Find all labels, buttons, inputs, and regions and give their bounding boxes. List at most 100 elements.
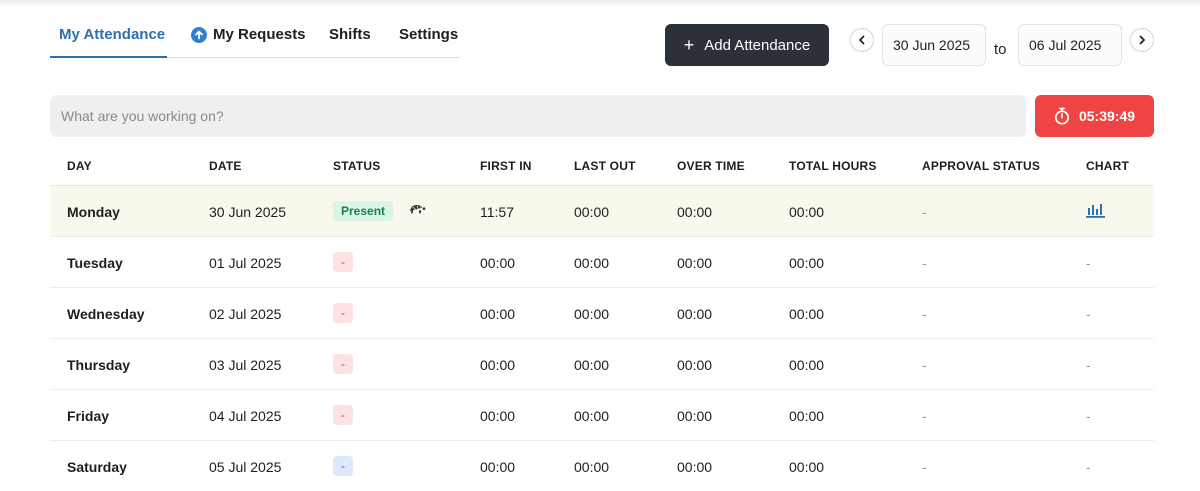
stopwatch-icon: [1054, 107, 1070, 125]
tab-shifts[interactable]: Shifts: [329, 26, 371, 43]
plus-icon: +: [683, 35, 695, 55]
status-badge: -: [333, 252, 353, 272]
day-cell: Tuesday: [67, 255, 123, 271]
date-cell: 05 Jul 2025: [209, 459, 282, 475]
header-last-out: LAST OUT: [574, 159, 636, 173]
status-badge: -: [333, 303, 353, 323]
first-in-cell: 00:00: [480, 408, 516, 424]
prev-week-button[interactable]: [850, 28, 874, 52]
chevron-right-icon: [1139, 35, 1145, 45]
approval-cell: -: [922, 306, 927, 322]
approval-cell: -: [922, 408, 927, 424]
over-time-cell: 00:00: [677, 306, 713, 322]
status-badge: Present: [333, 201, 394, 221]
chart-cell: -: [1086, 357, 1091, 373]
first-in-cell: 00:00: [480, 357, 516, 373]
total-hours-cell: 00:00: [789, 306, 825, 322]
first-in-cell: 11:57: [480, 204, 514, 220]
day-cell: Wednesday: [67, 306, 145, 322]
chart-cell: -: [1086, 408, 1091, 424]
date-cell: 02 Jul 2025: [209, 306, 282, 322]
status-badge: -: [333, 354, 353, 374]
date-cell: 30 Jun 2025: [209, 204, 287, 220]
over-time-cell: 00:00: [677, 408, 713, 424]
header-date: DATE: [209, 159, 242, 173]
header-first-in: FIRST IN: [480, 159, 532, 173]
total-hours-cell: 00:00: [789, 459, 825, 475]
date-cell: 04 Jul 2025: [209, 408, 282, 424]
tab-label: Shifts: [329, 26, 371, 43]
timer-button[interactable]: 05:39:49: [1035, 95, 1154, 137]
chart-cell: -: [1086, 306, 1091, 322]
table-row[interactable]: Friday 04 Jul 2025 - 00:00 00:00 00:00 0…: [50, 390, 1154, 441]
header-over-time: OVER TIME: [677, 159, 745, 173]
date-from-value: 30 Jun 2025: [893, 37, 971, 53]
table-header: DAY DATE STATUS FIRST IN LAST OUT OVER T…: [50, 145, 1154, 186]
add-attendance-label: Add Attendance: [704, 36, 811, 54]
approval-cell: -: [922, 204, 927, 220]
add-attendance-button[interactable]: + Add Attendance: [665, 24, 829, 66]
approval-cell: -: [922, 459, 927, 475]
tab-my-requests[interactable]: My Requests: [191, 26, 306, 43]
chart-cell: -: [1086, 459, 1091, 475]
header-total-hours: TOTAL HOURS: [789, 159, 877, 173]
to-label: to: [994, 41, 1007, 58]
chart-cell: -: [1086, 255, 1091, 271]
header-day: DAY: [67, 159, 92, 173]
last-out-cell: 00:00: [574, 408, 610, 424]
over-time-cell: 00:00: [677, 204, 713, 220]
total-hours-cell: 00:00: [789, 255, 825, 271]
chevron-left-icon: [859, 35, 865, 45]
first-in-cell: 00:00: [480, 255, 516, 271]
first-in-cell: 00:00: [480, 459, 516, 475]
over-time-cell: 00:00: [677, 459, 713, 475]
date-to-value: 06 Jul 2025: [1029, 37, 1102, 53]
over-time-cell: 00:00: [677, 255, 713, 271]
total-hours-cell: 00:00: [789, 357, 825, 373]
turtle-icon: [408, 202, 426, 220]
date-cell: 01 Jul 2025: [209, 255, 282, 271]
table-row[interactable]: Saturday 05 Jul 2025 - 00:00 00:00 00:00…: [50, 441, 1154, 491]
over-time-cell: 00:00: [677, 357, 713, 373]
last-out-cell: 00:00: [574, 204, 610, 220]
last-out-cell: 00:00: [574, 255, 610, 271]
header-approval-status: APPROVAL STATUS: [922, 159, 1041, 173]
day-cell: Saturday: [67, 459, 127, 475]
task-search-input[interactable]: [50, 95, 1026, 137]
last-out-cell: 00:00: [574, 306, 610, 322]
approval-cell: -: [922, 255, 927, 271]
date-cell: 03 Jul 2025: [209, 357, 282, 373]
last-out-cell: 00:00: [574, 459, 610, 475]
timer-value: 05:39:49: [1078, 108, 1136, 124]
tab-label: My Attendance: [59, 26, 166, 43]
table-row[interactable]: Wednesday 02 Jul 2025 - 00:00 00:00 00:0…: [50, 288, 1154, 339]
status-badge: -: [333, 456, 353, 476]
date-from-field[interactable]: 30 Jun 2025: [882, 24, 986, 66]
next-week-button[interactable]: [1130, 28, 1154, 52]
first-in-cell: 00:00: [480, 306, 516, 322]
last-out-cell: 00:00: [574, 357, 610, 373]
tab-settings[interactable]: Settings: [399, 26, 458, 43]
table-row[interactable]: Monday 30 Jun 2025 Present 11:57 00:00 0…: [50, 186, 1154, 237]
table-row[interactable]: Tuesday 01 Jul 2025 - 00:00 00:00 00:00 …: [50, 237, 1154, 288]
day-cell: Friday: [67, 408, 110, 424]
top-shadow: [0, 0, 1200, 6]
header-status: STATUS: [333, 159, 381, 173]
bar-chart-icon[interactable]: [1086, 202, 1105, 223]
tab-label: My Requests: [213, 26, 306, 43]
total-hours-cell: 00:00: [789, 408, 825, 424]
tab-my-attendance[interactable]: My Attendance: [59, 26, 165, 43]
day-cell: Monday: [67, 204, 120, 220]
active-tab-indicator: [50, 56, 167, 58]
date-to-field[interactable]: 06 Jul 2025: [1018, 24, 1122, 66]
approval-cell: -: [922, 357, 927, 373]
header-chart: CHART: [1086, 159, 1129, 173]
arrow-up-circle-icon: [191, 26, 207, 43]
tab-label: Settings: [399, 26, 459, 43]
status-badge: -: [333, 405, 353, 425]
tab-bar: My Attendance My Requests Shifts Setting…: [50, 14, 460, 58]
attendance-table: DAY DATE STATUS FIRST IN LAST OUT OVER T…: [50, 145, 1154, 491]
total-hours-cell: 00:00: [789, 204, 825, 220]
table-row[interactable]: Thursday 03 Jul 2025 - 00:00 00:00 00:00…: [50, 339, 1154, 390]
day-cell: Thursday: [67, 357, 131, 373]
